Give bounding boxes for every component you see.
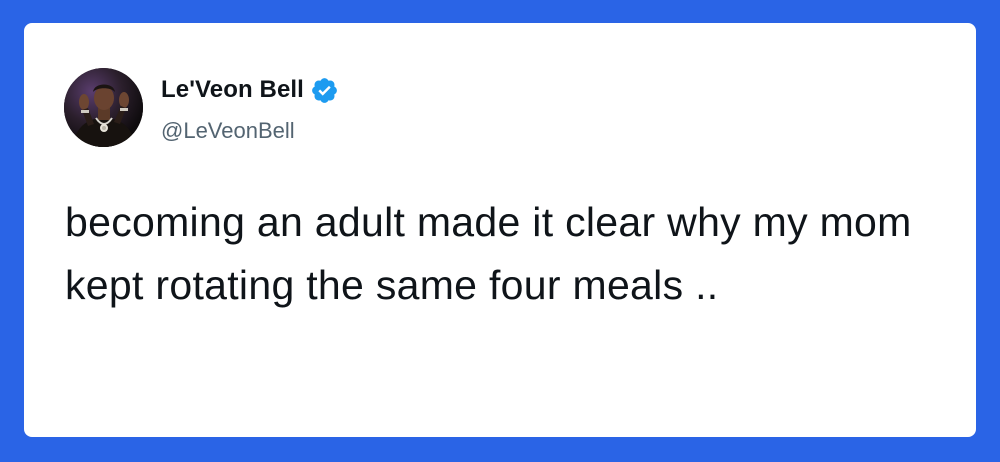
author-name-row: Le'Veon Bell <box>161 73 339 107</box>
avatar[interactable] <box>64 68 143 147</box>
author-display-name[interactable]: Le'Veon Bell <box>161 76 304 104</box>
author-handle[interactable]: @LeVeonBell <box>161 118 295 144</box>
tweet-text: becoming an adult made it clear why my m… <box>65 199 912 308</box>
verified-badge-icon <box>310 76 339 105</box>
tweet-card: Le'Veon Bell @LeVeonBell becoming an adu… <box>24 23 976 437</box>
profile-photo-icon <box>64 68 143 147</box>
